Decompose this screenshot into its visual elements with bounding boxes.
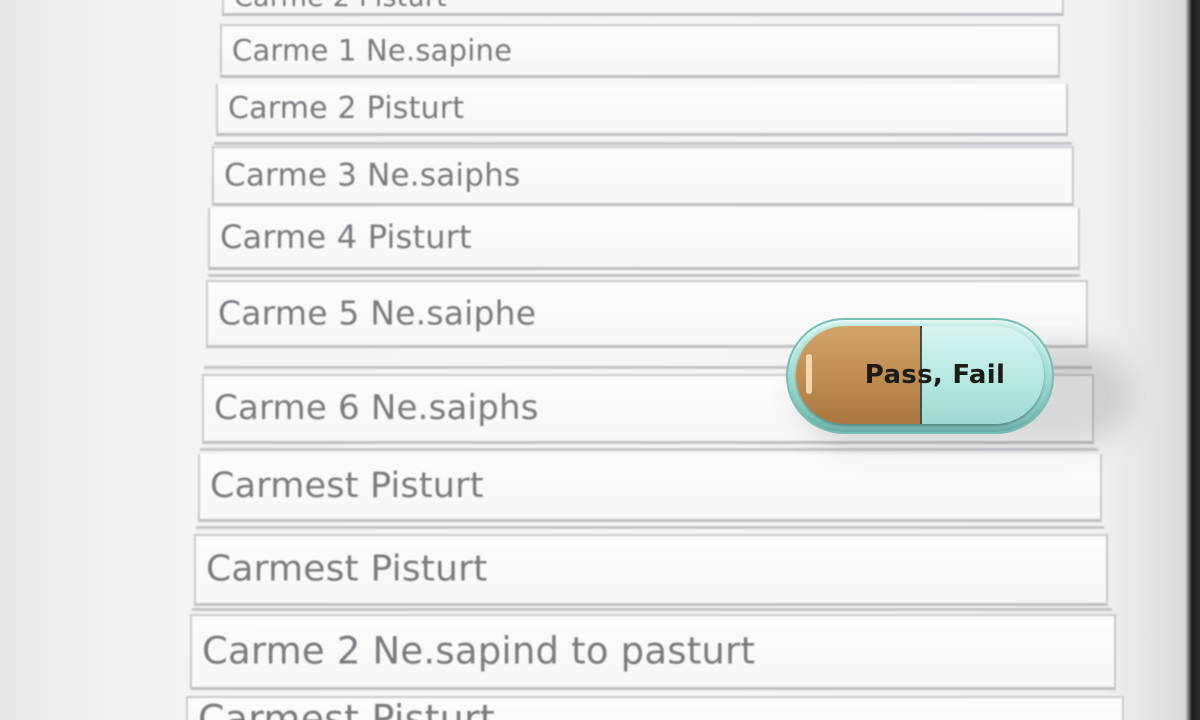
list-item-label: Carme 5 Ne.saiphe <box>218 293 537 333</box>
document-page: Carme 2 Pisturt Carme 1 Ne.sapine Carme … <box>0 0 1200 720</box>
toggle-label: Pass, Fail <box>864 360 1006 390</box>
list-item-label: Carme 2 Pisturt <box>234 0 447 13</box>
pass-fail-toggle[interactable]: Pass, Fail <box>786 318 1054 434</box>
list-item-label: Carme 3 Ne.saiphs <box>224 156 521 193</box>
list-item[interactable]: Carme 2 Ne.sapind to pasturt <box>190 614 1116 690</box>
list-item-label: Carme 1 Ne.sapine <box>232 32 513 67</box>
list-item-label: Carme 4 Pisturt <box>220 217 472 256</box>
divider <box>200 448 1098 451</box>
list-item[interactable]: Carmest Pisturt <box>198 454 1102 522</box>
list-item[interactable]: Carmest Pisturt <box>194 534 1108 606</box>
list-item-label: Carme 6 Ne.saiphs <box>214 387 539 428</box>
list-item[interactable]: Carme 4 Pisturt <box>208 208 1080 270</box>
list-item[interactable]: Carmest Pisturt <box>186 696 1124 720</box>
list-item[interactable]: Carme 2 Pisturt <box>222 0 1064 16</box>
list-item-label: Carme 2 Pisturt <box>228 90 465 126</box>
toggle-capsule: Pass, Fail <box>796 326 1044 424</box>
list-item[interactable]: Carme 1 Ne.sapine <box>220 24 1060 78</box>
list-item-label: Carmest Pisturt <box>206 548 488 590</box>
divider <box>208 274 1080 277</box>
list-item-label: Carmest Pisturt <box>198 697 495 720</box>
divider <box>196 526 1104 529</box>
list-item-label: Carme 2 Ne.sapind to pasturt <box>202 629 756 673</box>
list-item[interactable]: Carme 2 Pisturt <box>216 84 1068 136</box>
divider <box>192 608 1112 611</box>
list-item-label: Carmest Pisturt <box>210 465 484 506</box>
list-item[interactable]: Carme 3 Ne.saiphs <box>212 146 1074 206</box>
divider <box>214 142 1072 145</box>
